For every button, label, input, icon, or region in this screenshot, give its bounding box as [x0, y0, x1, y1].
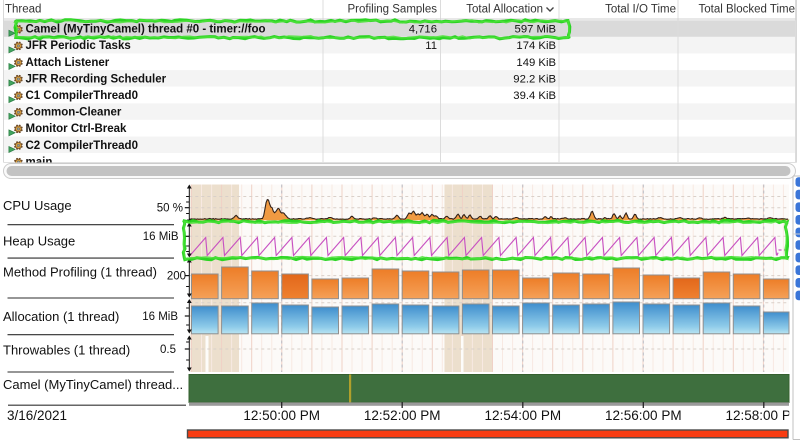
svg-text:597 MiB: 597 MiB	[515, 24, 556, 36]
svg-text:CPU Usage: CPU Usage	[3, 198, 72, 213]
svg-text:Total Blocked Time: Total Blocked Time	[698, 4, 795, 16]
svg-text:12:50:00 PM: 12:50:00 PM	[243, 408, 320, 423]
svg-text:92.2 KiB: 92.2 KiB	[513, 73, 556, 85]
svg-text:Thread: Thread	[5, 4, 41, 16]
svg-text:C1 CompilerThread0: C1 CompilerThread0	[26, 90, 138, 102]
svg-text:12:58:00 PM: 12:58:00 PM	[726, 408, 800, 423]
svg-text:Camel (MyTinyCamel) thread #0: Camel (MyTinyCamel) thread #0 - timer://…	[26, 24, 266, 36]
svg-text:Allocation (1 thread): Allocation (1 thread)	[3, 309, 119, 324]
svg-text:Total I/O Time: Total I/O Time	[605, 4, 676, 16]
svg-text:Throwables (1 thread): Throwables (1 thread)	[3, 342, 130, 357]
svg-text:JFR Recording Scheduler: JFR Recording Scheduler	[26, 73, 167, 85]
svg-text:Profiling Samples: Profiling Samples	[348, 4, 438, 16]
svg-text:39.4 KiB: 39.4 KiB	[513, 90, 556, 102]
svg-text:50 %: 50 %	[157, 203, 183, 215]
svg-text:0.5: 0.5	[160, 344, 176, 356]
svg-text:Monitor Ctrl-Break: Monitor Ctrl-Break	[26, 123, 128, 135]
svg-text:174 KiB: 174 KiB	[516, 40, 556, 52]
svg-text:Attach Listener: Attach Listener	[26, 57, 110, 69]
svg-text:Total Allocation: Total Allocation	[466, 4, 543, 16]
svg-text:Method Profiling (1 thread): Method Profiling (1 thread)	[3, 264, 157, 279]
svg-text:4,716: 4,716	[409, 24, 437, 36]
svg-text:16 MiB: 16 MiB	[143, 231, 179, 243]
svg-text:12:56:00 PM: 12:56:00 PM	[605, 408, 682, 423]
svg-text:C2 CompilerThread0: C2 CompilerThread0	[26, 140, 138, 152]
svg-text:16 MiB: 16 MiB	[142, 311, 178, 323]
svg-text:12:54:00 PM: 12:54:00 PM	[485, 408, 562, 423]
svg-text:149 KiB: 149 KiB	[516, 57, 556, 69]
svg-text:11: 11	[425, 40, 437, 52]
svg-text:200: 200	[167, 271, 186, 283]
svg-text:12:52:00 PM: 12:52:00 PM	[364, 408, 441, 423]
svg-text:Camel (MyTinyCamel) thread...: Camel (MyTinyCamel) thread...	[3, 377, 183, 392]
svg-text:JFR Periodic Tasks: JFR Periodic Tasks	[26, 40, 131, 52]
svg-text:Heap Usage: Heap Usage	[3, 233, 75, 248]
svg-text:Common-Cleaner: Common-Cleaner	[26, 107, 122, 119]
svg-text:3/16/2021: 3/16/2021	[7, 408, 67, 423]
